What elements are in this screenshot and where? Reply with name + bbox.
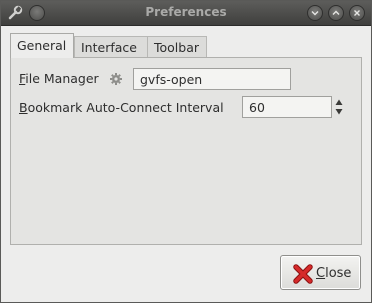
tab-toolbar[interactable]: Toolbar <box>147 36 207 57</box>
close-icon <box>354 10 360 16</box>
general-panel: File Manager Bookmark Auto-Connect Inter… <box>10 57 362 245</box>
chevron-down-icon <box>311 11 319 16</box>
bookmark-interval-label: Bookmark Auto-Connect Interval <box>19 100 224 115</box>
tab-general[interactable]: General <box>10 33 74 58</box>
close-button-label: Close <box>316 266 352 281</box>
close-window-button[interactable] <box>349 5 365 21</box>
title-bar[interactable]: Preferences <box>1 1 371 26</box>
spin-buttons <box>332 96 346 118</box>
spin-down-arrow-icon[interactable] <box>334 107 344 117</box>
chevron-up-icon <box>332 10 340 15</box>
bookmark-interval-spinbutton[interactable] <box>242 96 332 118</box>
gear-icon <box>110 73 122 85</box>
close-button[interactable]: Close <box>280 255 361 290</box>
minimize-button[interactable] <box>307 5 323 21</box>
preferences-window: Preferences General Interface Toolbar Fi… <box>0 0 372 303</box>
tab-interface[interactable]: Interface <box>74 36 151 57</box>
maximize-button[interactable] <box>328 5 344 21</box>
spin-up-arrow-icon[interactable] <box>334 97 344 107</box>
file-manager-input[interactable] <box>133 68 291 90</box>
close-x-icon <box>293 264 313 284</box>
file-manager-label: File Manager <box>19 71 99 86</box>
